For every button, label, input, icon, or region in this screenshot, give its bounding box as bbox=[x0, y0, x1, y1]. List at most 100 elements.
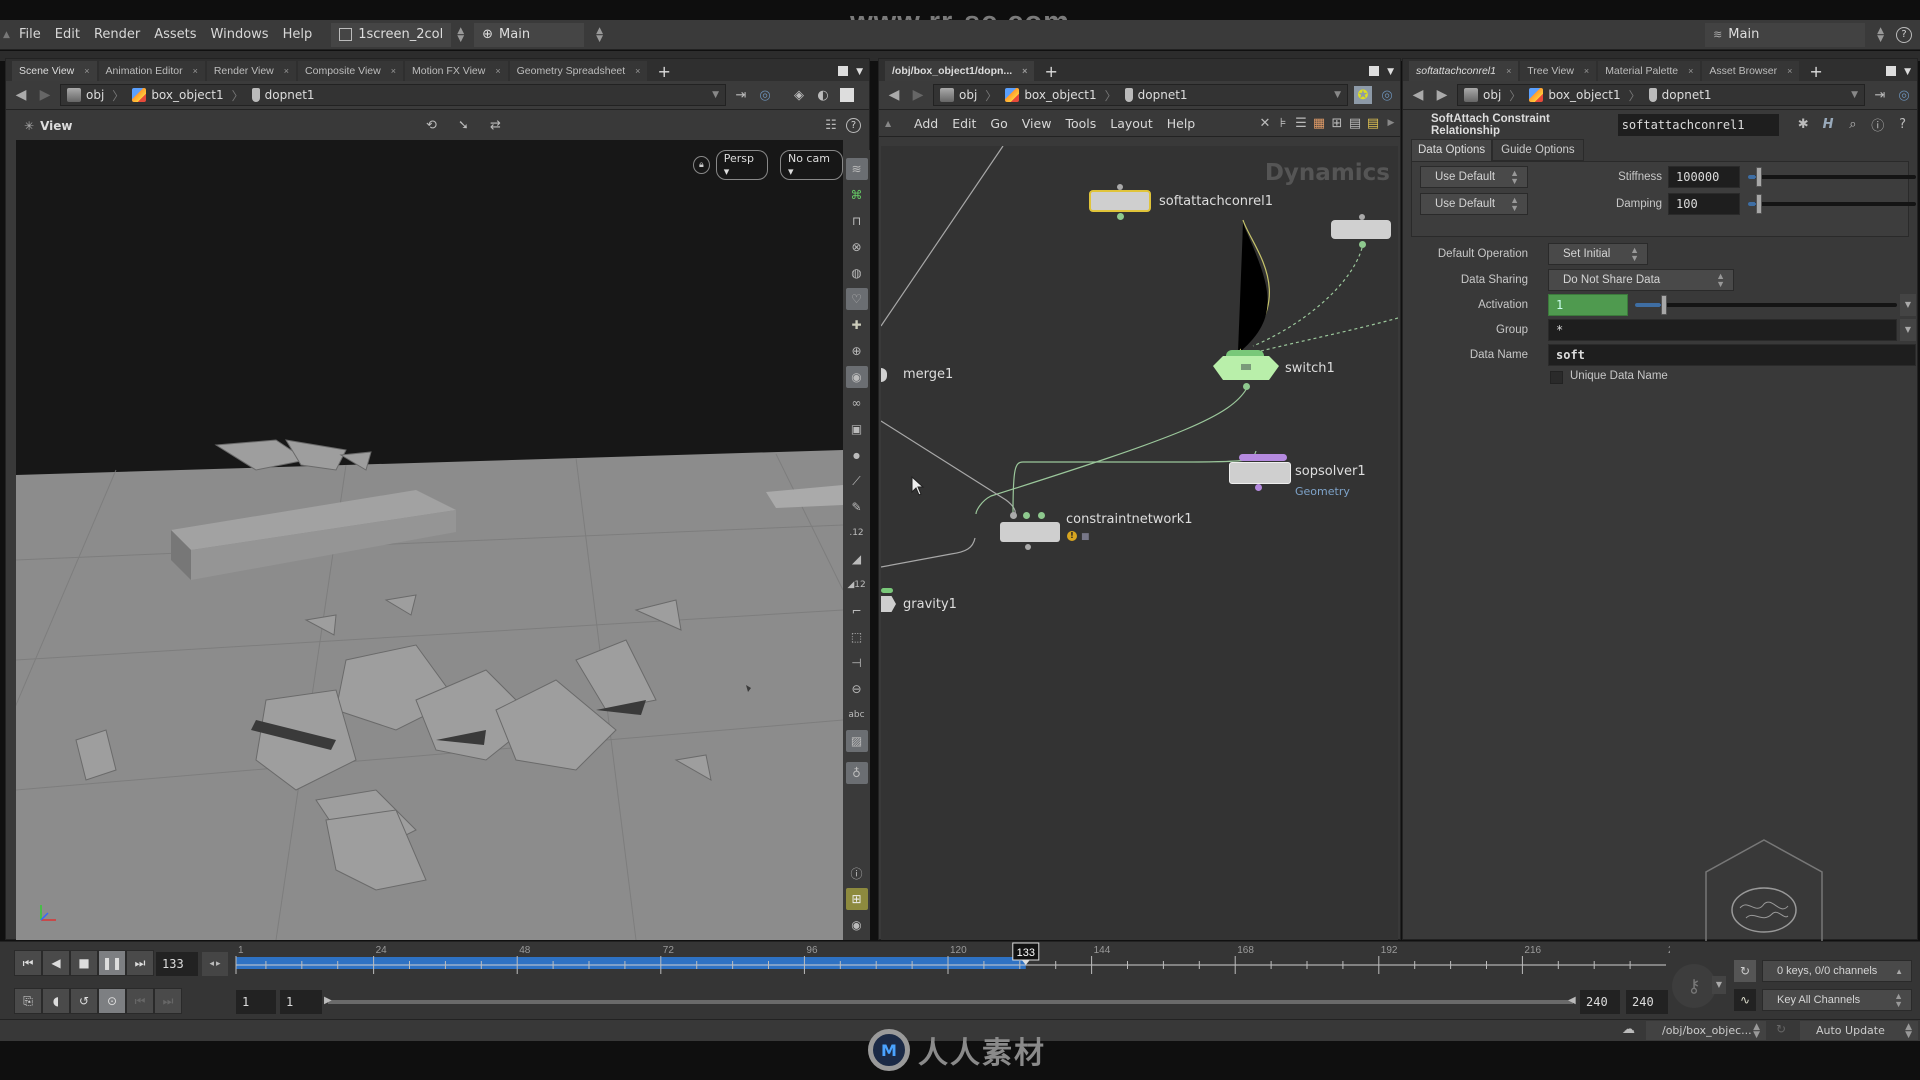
pane-menu-icon[interactable] bbox=[1886, 66, 1897, 76]
activation-menu-icon[interactable]: ▼ bbox=[1900, 294, 1916, 316]
grid-icon[interactable]: ⊞ bbox=[845, 888, 868, 910]
pane-menu-icon[interactable] bbox=[1369, 66, 1380, 76]
activation-input[interactable]: 1 bbox=[1548, 294, 1628, 316]
crumb-dopnet1[interactable]: dopnet1 bbox=[1648, 88, 1712, 102]
data-name-input[interactable]: soft bbox=[1548, 344, 1916, 366]
circle-icon[interactable]: ⊖ bbox=[846, 678, 868, 700]
link-icon[interactable]: ◎ bbox=[756, 86, 774, 104]
menu-windows[interactable]: Windows bbox=[204, 27, 276, 42]
output-connector[interactable] bbox=[1255, 484, 1262, 491]
pane-dropdown-icon[interactable]: ▼ bbox=[1904, 67, 1911, 77]
net-menu-tools[interactable]: Tools bbox=[1058, 116, 1103, 131]
list-icon[interactable]: ☰ bbox=[1292, 114, 1310, 132]
stiffness-slider[interactable] bbox=[1748, 166, 1916, 188]
edge-icon[interactable]: ⟋ bbox=[846, 470, 868, 492]
back-arrow-icon[interactable]: ◀ bbox=[1409, 87, 1427, 103]
selection-box-icon[interactable]: ⬚ bbox=[846, 626, 868, 648]
range-end-input[interactable]: 240 bbox=[1580, 990, 1620, 1014]
crumb-box-object1[interactable]: box_object1 bbox=[1529, 88, 1621, 102]
close-circle-icon[interactable]: ⊗ bbox=[846, 236, 868, 258]
range-end-handle-icon[interactable]: ◀ bbox=[1568, 995, 1576, 1006]
path-dropdown-icon[interactable]: ▼ bbox=[712, 90, 719, 100]
input-connector-2[interactable] bbox=[1023, 512, 1030, 519]
key-menu-icon[interactable]: ▼ bbox=[1712, 976, 1726, 994]
pane-menu-icon[interactable] bbox=[838, 66, 849, 76]
update-icon[interactable]: ↻ bbox=[1776, 1022, 1786, 1036]
channel-refresh-icon[interactable]: ↻ bbox=[1734, 960, 1756, 982]
pane-dropdown-icon[interactable]: ▼ bbox=[856, 67, 863, 77]
collapse-handle-icon[interactable]: ▲ bbox=[0, 30, 12, 40]
camera-lock-icon[interactable]: 🔒︎ bbox=[693, 156, 710, 174]
tile-icon[interactable]: ▤ bbox=[1346, 114, 1364, 132]
menu-edit[interactable]: Edit bbox=[48, 27, 87, 42]
node-name-input[interactable] bbox=[1617, 113, 1779, 136]
close-icon[interactable]: × bbox=[1022, 66, 1027, 76]
crumb-obj[interactable]: obj bbox=[1464, 88, 1501, 102]
viewer-help-icon[interactable]: ? bbox=[846, 118, 861, 133]
paint-icon[interactable]: ◢ bbox=[846, 548, 868, 570]
render-region-icon[interactable]: ▣ bbox=[846, 418, 868, 440]
info-icon[interactable]: ⓘ bbox=[846, 862, 868, 884]
net-menu-help[interactable]: Help bbox=[1160, 116, 1203, 131]
collapse-icon[interactable]: ▲ bbox=[879, 119, 897, 128]
close-icon[interactable]: × bbox=[193, 66, 198, 76]
close-icon[interactable]: × bbox=[391, 66, 396, 76]
prev-key-button[interactable]: ⏮ bbox=[126, 988, 154, 1014]
curve-icon[interactable]: ⌐ bbox=[846, 600, 868, 622]
forward-arrow-icon[interactable]: ▶ bbox=[909, 87, 927, 103]
next-key-button[interactable]: ⏭ bbox=[154, 988, 182, 1014]
output-connector[interactable] bbox=[1117, 213, 1124, 220]
right-context-updown-icon[interactable]: ▲ ▼ bbox=[1877, 26, 1884, 43]
search-icon[interactable]: ⌕ bbox=[1845, 116, 1862, 134]
info-icon[interactable]: ⓘ bbox=[1869, 116, 1886, 134]
node-sopsolver1[interactable] bbox=[1229, 462, 1291, 484]
frame-ruler[interactable]: 1 24 48 72 96 120 144 168 192 216 2 133 bbox=[230, 942, 1670, 984]
damping-mode-select[interactable]: Use Default ▲ ▼ bbox=[1420, 193, 1528, 215]
stiffness-input[interactable]: 100000 bbox=[1668, 166, 1740, 188]
input-connector[interactable] bbox=[1117, 184, 1123, 190]
close-icon[interactable]: × bbox=[495, 66, 500, 76]
pin-icon[interactable]: ⇥ bbox=[1871, 86, 1889, 104]
close-icon[interactable]: × bbox=[1506, 66, 1511, 76]
context-selector[interactable]: ⊕ Main bbox=[474, 22, 585, 47]
tab-animation-editor[interactable]: Animation Editor × bbox=[98, 61, 205, 81]
brain-status-icon[interactable]: ☁ bbox=[1622, 1022, 1635, 1037]
stiffness-mode-select[interactable]: Use Default ▲ ▼ bbox=[1420, 166, 1528, 188]
node-switch1[interactable] bbox=[1213, 356, 1279, 382]
spot-light-icon[interactable]: ⊕ bbox=[846, 340, 868, 362]
net-menu-add[interactable]: Add bbox=[907, 116, 945, 131]
pin-location-icon[interactable]: ♁ bbox=[845, 762, 868, 784]
crumb-obj[interactable]: obj bbox=[67, 88, 104, 102]
eye-icon[interactable]: ◉ bbox=[846, 914, 868, 936]
paint-numbers-icon[interactable]: ◢12 bbox=[846, 574, 868, 596]
loop-button[interactable]: ↺ bbox=[70, 988, 98, 1014]
jump-end-button[interactable]: ⏭ bbox=[126, 950, 154, 976]
stiffness-slider-knob[interactable] bbox=[1756, 167, 1762, 187]
flipbook-icon[interactable]: ∞ bbox=[846, 392, 868, 414]
update-mode-select[interactable]: Auto Update ▲ ▼ bbox=[1800, 1021, 1918, 1040]
activation-slider[interactable] bbox=[1635, 294, 1897, 316]
input-connector-3[interactable] bbox=[1038, 512, 1045, 519]
key-mode-select[interactable]: Key All Channels ▲ ▼ bbox=[1762, 989, 1912, 1011]
status-path-select[interactable]: /obj/box_objec... ▲ ▼ bbox=[1646, 1021, 1766, 1040]
select-tool-icon[interactable]: ➘ bbox=[454, 117, 472, 135]
step-frame-buttons[interactable]: ◂ ▸ bbox=[202, 952, 228, 976]
desktop-updown-icon[interactable]: ▲ ▼ bbox=[457, 26, 464, 43]
light-icon[interactable]: ♡ bbox=[845, 288, 868, 310]
tab-network-path[interactable]: /obj/box_object1/dopn... × bbox=[885, 61, 1035, 81]
close-icon[interactable]: × bbox=[284, 66, 289, 76]
tab-asset-browser[interactable]: Asset Browser × bbox=[1702, 61, 1800, 81]
menu-render[interactable]: Render bbox=[87, 27, 147, 42]
audio-button[interactable]: ◖ bbox=[42, 988, 70, 1014]
current-frame-input[interactable]: 133 bbox=[156, 952, 198, 976]
range-slider[interactable] bbox=[328, 1000, 1573, 1004]
persp-dropdown[interactable]: Persp ▾ bbox=[715, 150, 768, 180]
tree-icon[interactable]: ⊧ bbox=[1274, 114, 1292, 132]
jump-start-button[interactable]: ⏮ bbox=[14, 950, 42, 976]
subtab-guide-options[interactable]: Guide Options bbox=[1492, 139, 1584, 161]
abc-icon[interactable]: abc bbox=[846, 704, 868, 726]
tab-scene-view[interactable]: Scene View × bbox=[12, 61, 97, 81]
pin-icon[interactable]: ⇥ bbox=[732, 86, 750, 104]
group-input[interactable]: * bbox=[1548, 319, 1897, 341]
data-sharing-select[interactable]: Do Not Share Data ▲ ▼ bbox=[1548, 269, 1734, 291]
